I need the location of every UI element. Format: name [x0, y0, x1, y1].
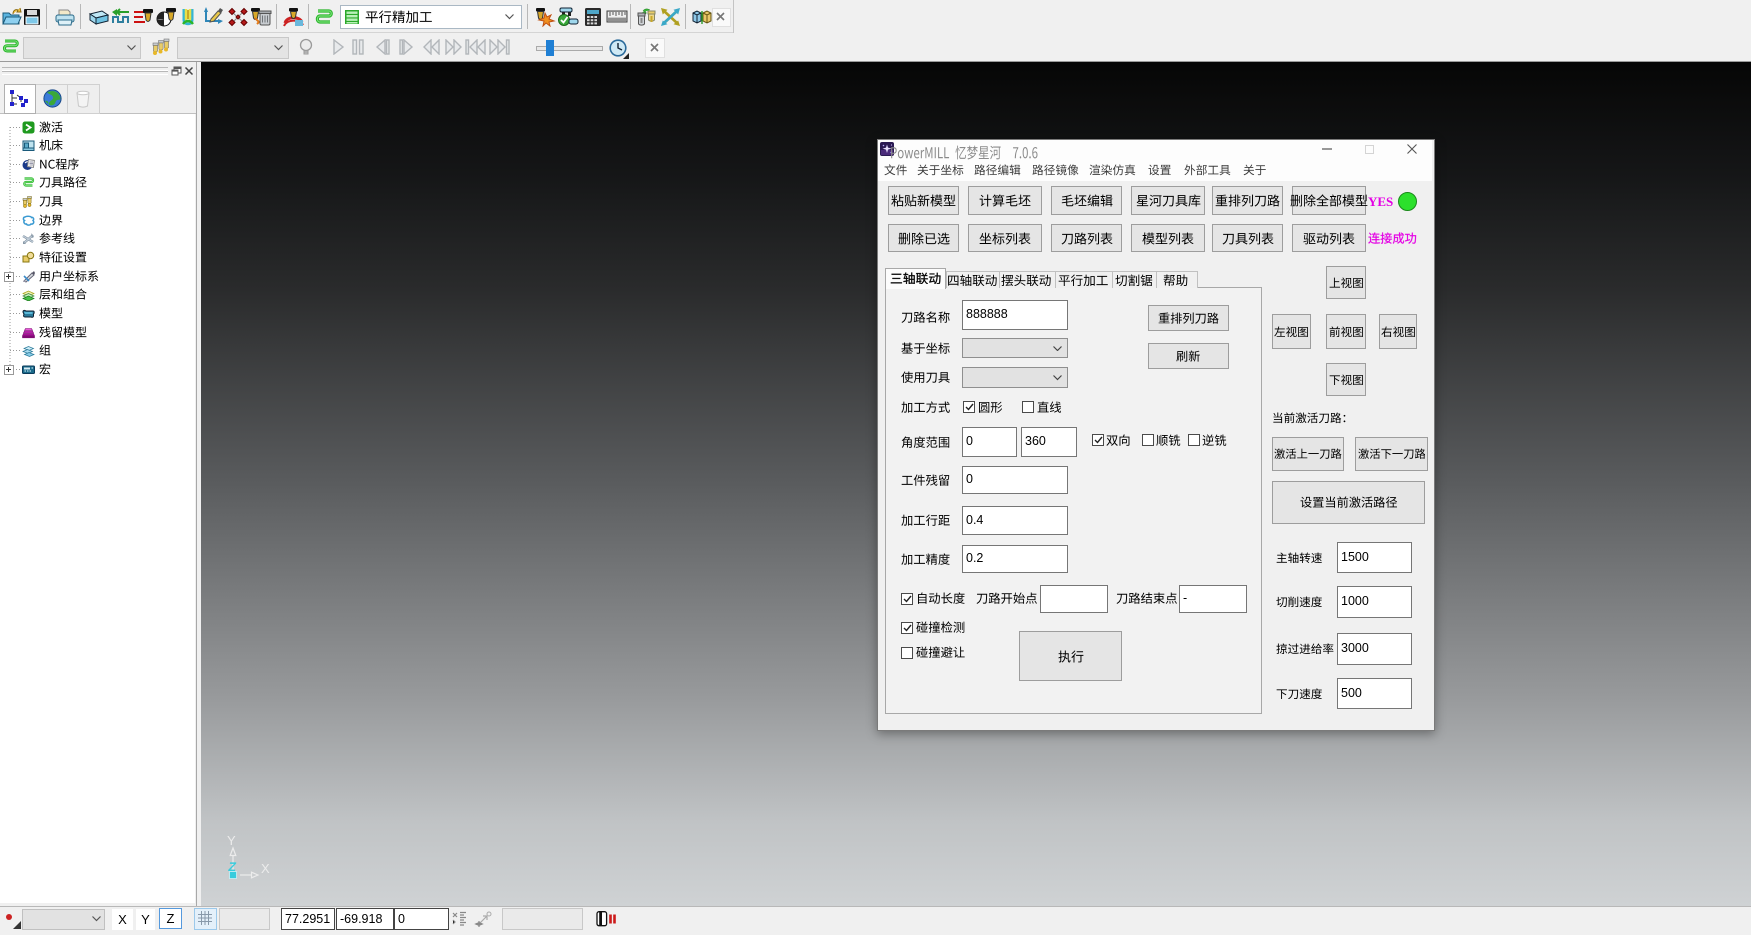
svg-text:Y: Y [227, 833, 236, 848]
svg-text:X: X [261, 861, 270, 876]
